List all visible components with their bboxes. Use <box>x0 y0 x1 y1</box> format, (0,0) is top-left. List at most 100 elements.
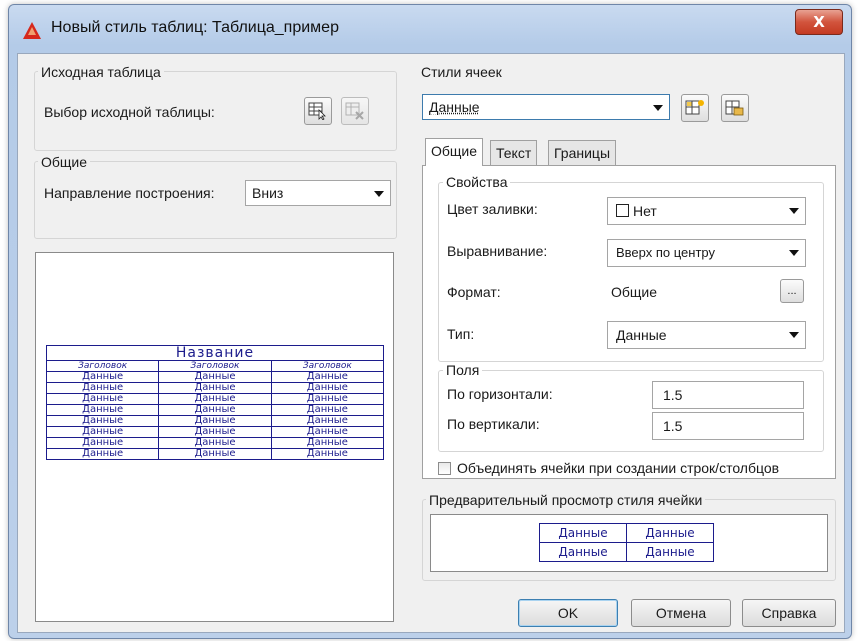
manage-cell-styles-button[interactable] <box>721 94 749 122</box>
sample-table-cell: Данные <box>158 437 272 449</box>
ok-button[interactable]: OK <box>518 599 618 627</box>
create-cell-style-button[interactable] <box>681 94 709 122</box>
sample-table-cell: Данные <box>158 382 272 394</box>
sample-table-cell: Данные <box>45 404 160 416</box>
cell-style-value: Данные <box>429 99 480 115</box>
sample-table-cell: Данные <box>270 393 385 405</box>
source-table-group-title: Исходная таблица <box>38 64 164 80</box>
ok-button-label: OK <box>557 605 579 621</box>
alignment-label: Выравнивание: <box>447 243 548 259</box>
horizontal-margin-label: По горизонтали: <box>447 386 553 402</box>
fill-color-value: Нет <box>633 203 657 219</box>
dialog-client-area: Исходная таблица Выбор исходной таблицы:… <box>17 53 845 633</box>
sample-table: Название Заголовок Заголовок Заголовок Дан… <box>45 345 385 460</box>
direction-select[interactable]: Вниз <box>245 180 391 206</box>
alignment-select[interactable]: Вверх по центру <box>607 239 806 267</box>
chevron-down-icon <box>789 332 799 338</box>
sample-table-row: Данные Данные Данные <box>45 426 385 438</box>
select-table-icon <box>308 102 326 120</box>
tab-borders[interactable]: Границы <box>548 140 616 166</box>
remove-table-button[interactable] <box>341 97 369 125</box>
tab-text[interactable]: Текст <box>490 140 538 166</box>
chevron-down-icon <box>653 105 663 111</box>
sample-table-row: Данные Данные Данные <box>45 404 385 416</box>
fill-color-label: Цвет заливки: <box>447 201 538 217</box>
merge-cells-label[interactable]: Объединять ячейки при создании строк/сто… <box>457 460 779 476</box>
autocad-app-icon <box>23 22 41 42</box>
format-label: Формат: <box>447 284 501 300</box>
format-options-button[interactable]: ... <box>780 279 804 303</box>
title-bar[interactable]: Новый стиль таблиц: Таблица_пример X <box>9 5 851 49</box>
cell-preview-row: Данные Данные <box>539 523 714 543</box>
vertical-margin-input[interactable]: 1.5 <box>652 412 804 440</box>
sample-table-row: Данные Данные Данные <box>45 415 385 427</box>
sample-table-cell: Данные <box>270 415 385 427</box>
cell-preview-cell: Данные <box>539 523 627 543</box>
tab-borders-label: Границы <box>554 145 610 161</box>
horizontal-margin-input[interactable]: 1.5 <box>652 381 804 409</box>
format-value: Общие <box>611 284 658 300</box>
tab-general-panel: Свойства Цвет заливки: Нет Выравнивание:… <box>422 165 836 479</box>
help-button[interactable]: Справка <box>742 599 836 627</box>
cell-preview-table: Данные Данные Данные Данные <box>539 523 714 562</box>
sample-table-row: Данные Данные Данные <box>45 437 385 449</box>
sample-table-cell: Данные <box>45 448 160 460</box>
sample-table-title: Название <box>46 345 384 361</box>
tab-general[interactable]: Общие <box>425 138 484 166</box>
sample-table-cell: Данные <box>158 426 272 438</box>
cell-style-select[interactable]: Данные <box>422 94 670 120</box>
remove-table-icon <box>345 102 364 120</box>
type-label: Тип: <box>447 326 475 342</box>
chevron-down-icon <box>789 250 799 256</box>
manage-cell-styles-icon <box>725 100 744 116</box>
sample-table-cell: Данные <box>45 393 160 405</box>
dialog-window: Новый стиль таблиц: Таблица_пример X Исх… <box>8 4 852 639</box>
horizontal-margin-value: 1.5 <box>663 387 683 403</box>
sample-table-cell: Данные <box>158 393 272 405</box>
window-title: Новый стиль таблиц: Таблица_пример <box>51 19 339 36</box>
sample-table-cell: Данные <box>270 404 385 416</box>
sample-table-cell: Данные <box>158 448 272 460</box>
sample-table-cell: Данные <box>270 437 385 449</box>
sample-table-header-cell: Заголовок <box>158 360 272 372</box>
tab-general-label: Общие <box>431 143 478 159</box>
sample-table-cell: Данные <box>158 371 272 383</box>
sample-table-row: Данные Данные Данные <box>45 382 385 394</box>
sample-table-cell: Данные <box>270 371 385 383</box>
select-table-button[interactable] <box>304 97 332 125</box>
sample-table-cell: Данные <box>270 382 385 394</box>
close-button[interactable]: X <box>795 9 843 35</box>
cancel-button-label: Отмена <box>655 605 707 621</box>
fill-color-value-wrap: Нет <box>616 203 657 219</box>
sample-table-header-cell: Заголовок <box>45 360 160 372</box>
sample-table-cell: Данные <box>158 415 272 427</box>
sample-table-header-row: Заголовок Заголовок Заголовок <box>45 360 385 372</box>
cell-preview-row: Данные Данные <box>539 542 714 562</box>
margins-group-title: Поля <box>443 362 483 378</box>
help-button-label: Справка <box>761 605 817 621</box>
fill-color-select[interactable]: Нет <box>607 197 806 225</box>
vertical-margin-label: По вертикали: <box>447 416 540 432</box>
sample-table-row: Данные Данные Данные <box>45 371 385 383</box>
close-icon: X <box>813 13 825 31</box>
sample-table-cell: Данные <box>158 404 272 416</box>
sample-table-cell: Данные <box>45 426 160 438</box>
sample-table-row: Данные Данные Данные <box>45 393 385 405</box>
table-style-preview: Название Заголовок Заголовок Заголовок Дан… <box>35 252 394 622</box>
cell-styles-title: Стили ячеек <box>421 64 502 80</box>
type-value: Данные <box>616 327 667 343</box>
type-select[interactable]: Данные <box>607 321 806 349</box>
cancel-button[interactable]: Отмена <box>631 599 731 627</box>
properties-group-title: Свойства <box>443 174 511 190</box>
sample-table-cell: Данные <box>270 448 385 460</box>
tab-text-label: Текст <box>496 145 532 161</box>
alignment-value: Вверх по центру <box>616 245 715 260</box>
vertical-margin-value: 1.5 <box>663 418 683 434</box>
merge-cells-checkbox[interactable] <box>438 462 451 475</box>
cell-preview-cell: Данные <box>626 542 714 562</box>
sample-table-cell: Данные <box>270 426 385 438</box>
select-source-table-label: Выбор исходной таблицы: <box>44 104 215 120</box>
direction-value: Вниз <box>252 185 284 201</box>
cell-preview-group-title: Предварительный просмотр стиля ячейки <box>426 492 706 508</box>
ellipsis-icon: ... <box>787 285 797 297</box>
